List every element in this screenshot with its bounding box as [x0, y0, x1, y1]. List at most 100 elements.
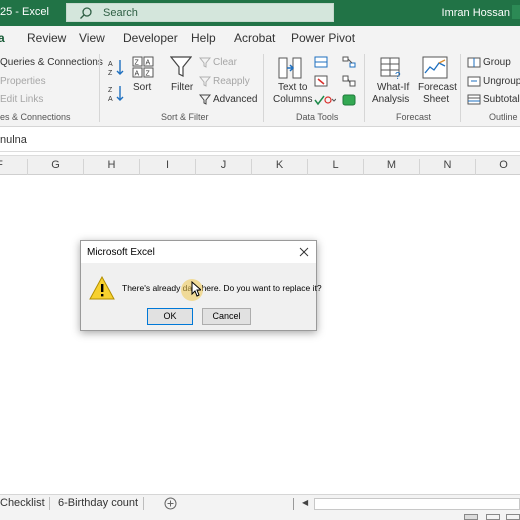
ribbon: Queries & Connections Properties Edit Li…: [0, 50, 520, 127]
svg-text:Z: Z: [108, 70, 113, 76]
ribbon-separator: [460, 54, 461, 122]
sort-dialog-icon[interactable]: Z A A Z: [132, 56, 154, 78]
subtotal-icon[interactable]: [467, 94, 481, 105]
text-to-columns-icon[interactable]: [278, 56, 302, 80]
ribbon-separator: [263, 54, 264, 122]
tab-divider: [143, 497, 144, 510]
tab-developer[interactable]: Developer: [123, 31, 178, 45]
column-header[interactable]: K: [252, 159, 308, 175]
worksheet-grid[interactable]: [0, 176, 520, 490]
search-placeholder: Search: [103, 7, 138, 19]
column-header[interactable]: M: [364, 159, 420, 175]
add-sheet-icon[interactable]: [164, 497, 177, 510]
tab-acrobat[interactable]: Acrobat: [234, 31, 275, 45]
search-box[interactable]: Search: [66, 3, 334, 22]
mouse-pointer-icon: [191, 281, 201, 297]
filter-button-label[interactable]: Filter: [171, 82, 193, 93]
tab-divider: [49, 497, 50, 510]
scroll-separator: [293, 498, 294, 510]
consolidate-icon[interactable]: [342, 56, 356, 68]
advanced-button[interactable]: Advanced: [213, 94, 257, 105]
advanced-filter-icon[interactable]: [199, 94, 211, 105]
what-if-label-2[interactable]: Analysis: [372, 94, 409, 105]
column-header[interactable]: N: [420, 159, 476, 175]
excel-window: 25 - Excel Search Imran Hossan a Review …: [0, 0, 520, 520]
dialog-title-bar: Microsoft Excel: [81, 241, 316, 263]
search-icon: [80, 7, 92, 19]
column-header[interactable]: G: [28, 159, 84, 175]
name-box[interactable]: nulna: [0, 134, 27, 146]
sort-az-icon[interactable]: A Z: [108, 58, 124, 76]
column-header[interactable]: J: [196, 159, 252, 175]
text-to-columns-label-1[interactable]: Text to: [278, 82, 307, 93]
ribbon-tabs: a Review View Developer Help Acrobat Pow…: [0, 26, 520, 50]
flash-fill-icon[interactable]: [314, 56, 328, 68]
user-name[interactable]: Imran Hossan: [442, 7, 510, 19]
filter-icon[interactable]: [170, 56, 192, 78]
column-headers: F G H I J K L M N O: [0, 155, 520, 175]
forecast-sheet-label-1[interactable]: Forecast: [418, 82, 457, 93]
what-if-label-1[interactable]: What-If: [377, 82, 409, 93]
ok-button[interactable]: OK: [147, 308, 193, 325]
queries-connections-button[interactable]: Queries & Connections: [0, 57, 103, 68]
horizontal-scrollbar[interactable]: [314, 498, 520, 510]
cancel-button[interactable]: Cancel: [202, 308, 251, 325]
close-icon[interactable]: [298, 246, 310, 258]
forecast-group-label: Forecast: [396, 112, 432, 122]
sort-za-icon[interactable]: Z A: [108, 84, 124, 102]
group-button[interactable]: Group: [483, 57, 511, 68]
column-header[interactable]: H: [84, 159, 140, 175]
formula-bar[interactable]: nulna: [0, 128, 520, 152]
ribbon-separator: [99, 54, 100, 122]
data-model-icon[interactable]: [342, 94, 356, 106]
relationships-icon[interactable]: [342, 75, 356, 87]
column-header[interactable]: O: [476, 159, 520, 175]
queries-group-label: es & Connections: [0, 112, 71, 122]
outline-group-label: Outline: [489, 112, 518, 122]
warning-icon: [89, 276, 115, 300]
svg-text:?: ?: [395, 71, 401, 80]
column-header[interactable]: I: [140, 159, 196, 175]
tab-review[interactable]: Review: [27, 31, 66, 45]
column-header[interactable]: L: [308, 159, 364, 175]
account-icon[interactable]: [512, 5, 520, 19]
svg-text:Z: Z: [108, 87, 113, 94]
data-validation-icon[interactable]: [314, 94, 336, 106]
page-break-icon[interactable]: [506, 514, 520, 520]
tab-view[interactable]: View: [79, 31, 105, 45]
what-if-analysis-icon[interactable]: ?: [380, 56, 404, 80]
svg-text:Z: Z: [146, 71, 151, 78]
reapply-button[interactable]: Reapply: [213, 76, 250, 87]
remove-duplicates-icon[interactable]: [314, 75, 328, 87]
tab-data[interactable]: a: [0, 31, 5, 45]
tab-help[interactable]: Help: [191, 31, 216, 45]
text-to-columns-label-2[interactable]: Columns: [273, 94, 312, 105]
column-header[interactable]: F: [0, 159, 28, 175]
svg-text:A: A: [108, 61, 113, 68]
svg-text:Z: Z: [135, 60, 140, 67]
sort-filter-group-label: Sort & Filter: [161, 112, 209, 122]
dialog-title: Microsoft Excel: [87, 247, 155, 258]
dialog-message: There's already data here. Do you want t…: [122, 283, 322, 293]
ungroup-button[interactable]: Ungroup: [483, 76, 520, 87]
properties-button[interactable]: Properties: [0, 76, 46, 87]
clear-button[interactable]: Clear: [213, 57, 237, 68]
ungroup-icon[interactable]: [467, 76, 481, 87]
forecast-sheet-label-2[interactable]: Sheet: [423, 94, 449, 105]
window-title: 25 - Excel: [0, 6, 49, 18]
sort-button-label[interactable]: Sort: [133, 82, 151, 93]
scroll-left-icon[interactable]: ◀: [302, 498, 308, 507]
forecast-sheet-icon[interactable]: [422, 56, 448, 80]
reapply-icon[interactable]: [199, 76, 211, 87]
clear-filter-icon[interactable]: [199, 57, 211, 68]
edit-links-button[interactable]: Edit Links: [0, 94, 43, 105]
sheet-tab-checklist[interactable]: Checklist: [0, 497, 45, 509]
group-icon[interactable]: [467, 57, 481, 68]
sheet-tab-birthday-count[interactable]: 6-Birthday count: [58, 497, 138, 509]
page-layout-icon[interactable]: [486, 514, 500, 520]
svg-text:A: A: [146, 60, 151, 67]
svg-text:A: A: [135, 71, 140, 78]
normal-view-icon[interactable]: [464, 514, 478, 520]
tab-power-pivot[interactable]: Power Pivot: [291, 31, 355, 45]
subtotal-button[interactable]: Subtotal: [483, 94, 520, 105]
